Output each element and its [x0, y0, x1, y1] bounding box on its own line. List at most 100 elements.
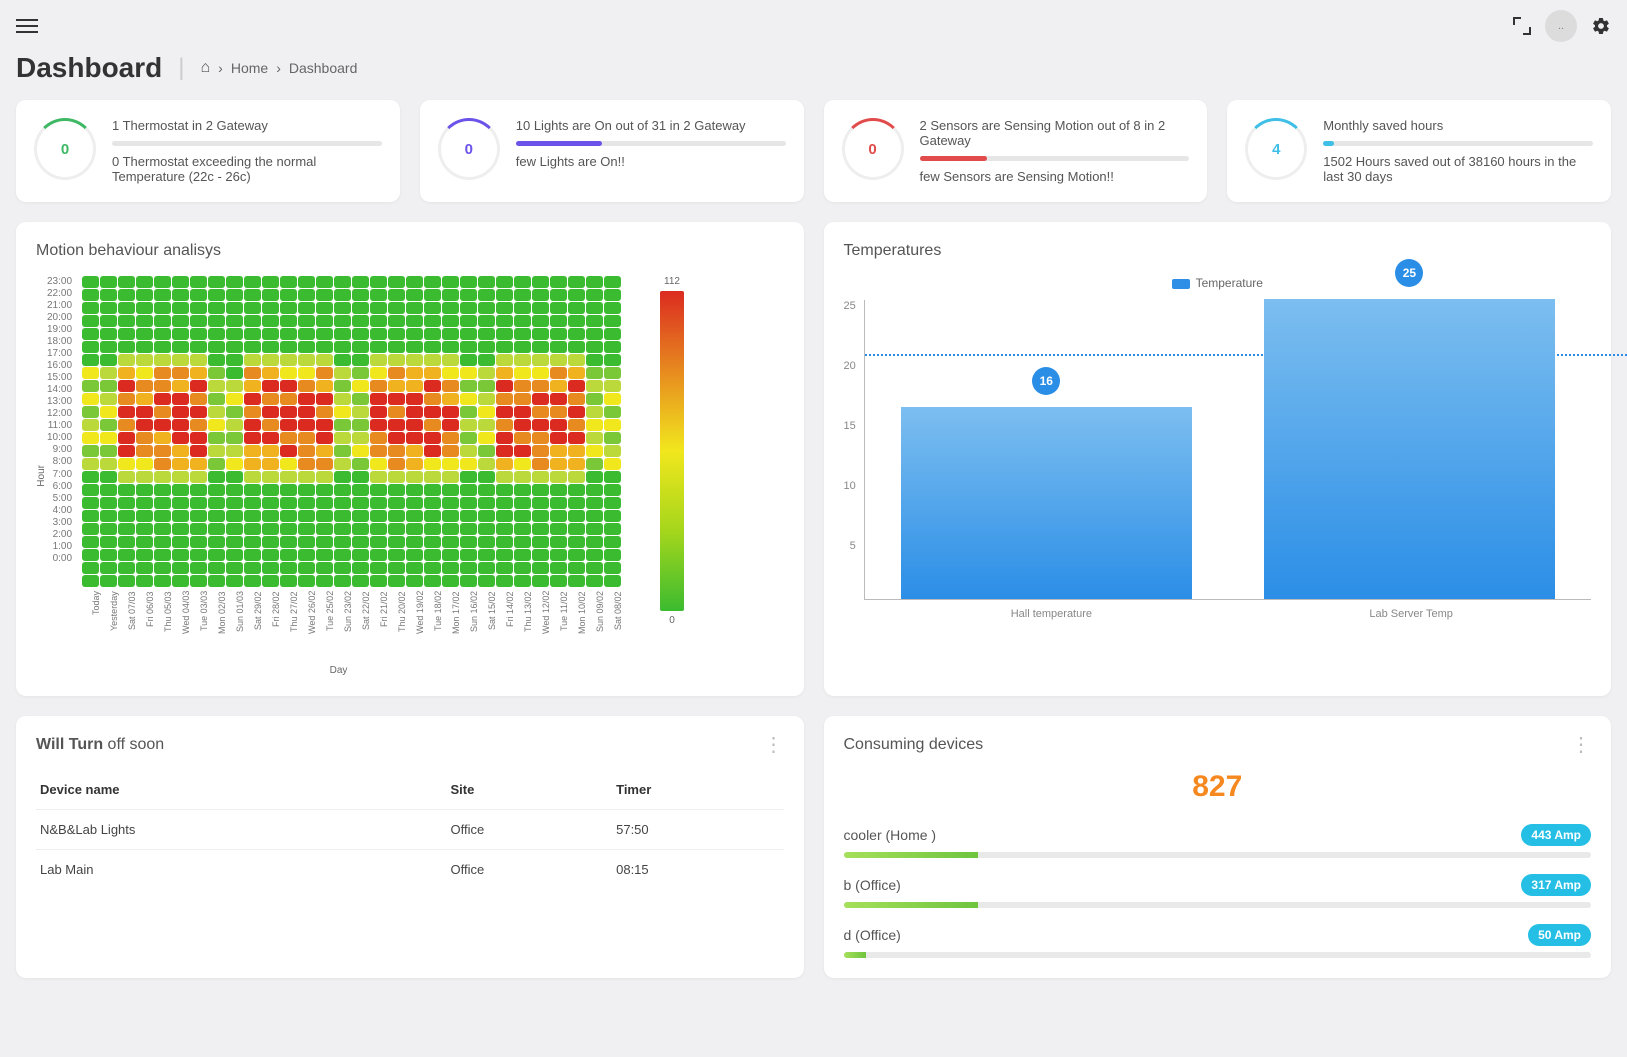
heatmap-cell — [586, 575, 603, 587]
heatmap-cell — [460, 523, 477, 535]
heatmap-cell — [406, 341, 423, 353]
heatmap-cell — [100, 445, 117, 457]
heatmap-cell — [190, 315, 207, 327]
heatmap-cell — [424, 536, 441, 548]
heatmap-cell — [460, 393, 477, 405]
heatmap-cell — [298, 484, 315, 496]
heatmap-cell — [532, 328, 549, 340]
heatmap-cell — [226, 406, 243, 418]
heatmap-cell — [496, 432, 513, 444]
heatmap-cell — [82, 393, 99, 405]
heatmap-cell — [280, 523, 297, 535]
heatmap-cell — [388, 523, 405, 535]
heatmap-cell — [262, 367, 279, 379]
heatmap-cell — [424, 432, 441, 444]
heatmap-cell — [478, 393, 495, 405]
heatmap-cell — [352, 328, 369, 340]
heatmap-cell — [226, 367, 243, 379]
heatmap-cell — [478, 276, 495, 288]
heatmap-cell — [154, 328, 171, 340]
heatmap-cell — [478, 380, 495, 392]
home-icon[interactable]: ⌂ — [200, 59, 210, 77]
cell-timer: 08:15 — [612, 850, 783, 890]
heatmap-cell — [118, 484, 135, 496]
chevron-right-icon: › — [276, 60, 281, 76]
heatmap-cell — [604, 302, 621, 314]
heatmap-cell — [82, 328, 99, 340]
heatmap-cell — [100, 289, 117, 301]
heatmap-x-tick: Sun 16/02 — [469, 591, 486, 661]
heatmap-cell — [388, 406, 405, 418]
heatmap-cell — [208, 302, 225, 314]
heatmap-cell — [172, 549, 189, 561]
heatmap-y-tick: 20:00 — [47, 312, 72, 323]
menu-button[interactable] — [16, 19, 38, 33]
heatmap-cell — [280, 276, 297, 288]
heatmap-cell — [406, 471, 423, 483]
separator: | — [178, 54, 184, 82]
heatmap-cell — [388, 289, 405, 301]
heatmap-cell — [550, 380, 567, 392]
heatmap-cell — [370, 484, 387, 496]
heatmap-cell — [280, 536, 297, 548]
card-menu-icon[interactable]: ⋮ — [764, 740, 784, 750]
stat-donut: 4 — [1245, 118, 1307, 180]
heatmap-cell — [388, 393, 405, 405]
heatmap-cell — [370, 380, 387, 392]
heatmap-cell — [190, 432, 207, 444]
avatar[interactable]: .. — [1545, 10, 1577, 42]
heatmap-cell — [478, 562, 495, 574]
heatmap-cell — [262, 575, 279, 587]
heatmap-y-tick: 10:00 — [47, 432, 72, 443]
heatmap-cell — [154, 419, 171, 431]
stat-line2: few Lights are On!! — [516, 154, 786, 169]
heatmap-cell — [190, 562, 207, 574]
heatmap-cell — [514, 432, 531, 444]
stat-donut: 0 — [34, 118, 96, 180]
heatmap-cell — [406, 458, 423, 470]
heatmap-cell — [244, 445, 261, 457]
heatmap-y-tick: 4:00 — [53, 505, 72, 516]
heatmap-cell — [100, 562, 117, 574]
heatmap-cell — [586, 562, 603, 574]
heatmap-cell — [334, 445, 351, 457]
heatmap-cell — [280, 380, 297, 392]
heatmap-cell — [442, 289, 459, 301]
heatmap-cell — [100, 497, 117, 509]
heatmap-cell — [280, 458, 297, 470]
heatmap-cell — [82, 276, 99, 288]
heatmap-cell — [172, 354, 189, 366]
heatmap-cell — [154, 367, 171, 379]
heatmap-x-tick: Today — [91, 591, 108, 661]
heatmap-cell — [370, 354, 387, 366]
heatmap-cell — [496, 549, 513, 561]
settings-icon[interactable] — [1591, 16, 1611, 36]
heatmap-cell — [550, 471, 567, 483]
heatmap-cell — [388, 380, 405, 392]
heatmap-cell — [280, 445, 297, 457]
heatmap-cell — [208, 393, 225, 405]
heatmap-cell — [118, 406, 135, 418]
heatmap-cell — [262, 406, 279, 418]
heatmap-cell — [154, 471, 171, 483]
heatmap-cell — [298, 367, 315, 379]
heatmap-cell — [334, 380, 351, 392]
heatmap-cell — [172, 510, 189, 522]
card-menu-icon[interactable]: ⋮ — [1571, 740, 1591, 750]
breadcrumb-home[interactable]: Home — [231, 60, 268, 76]
heatmap-cell — [514, 367, 531, 379]
heatmap-cell — [586, 289, 603, 301]
heatmap-cell — [352, 484, 369, 496]
heatmap-cell — [100, 276, 117, 288]
heatmap-cell — [334, 497, 351, 509]
device-bar — [844, 952, 1592, 958]
heatmap-cell — [442, 523, 459, 535]
heatmap-cell — [568, 276, 585, 288]
heatmap-cell — [604, 562, 621, 574]
fullscreen-icon[interactable] — [1513, 17, 1531, 35]
heatmap-cell — [118, 419, 135, 431]
heatmap-cell — [226, 380, 243, 392]
heatmap-cell — [460, 458, 477, 470]
heatmap-cell — [316, 471, 333, 483]
heatmap-cell — [262, 393, 279, 405]
